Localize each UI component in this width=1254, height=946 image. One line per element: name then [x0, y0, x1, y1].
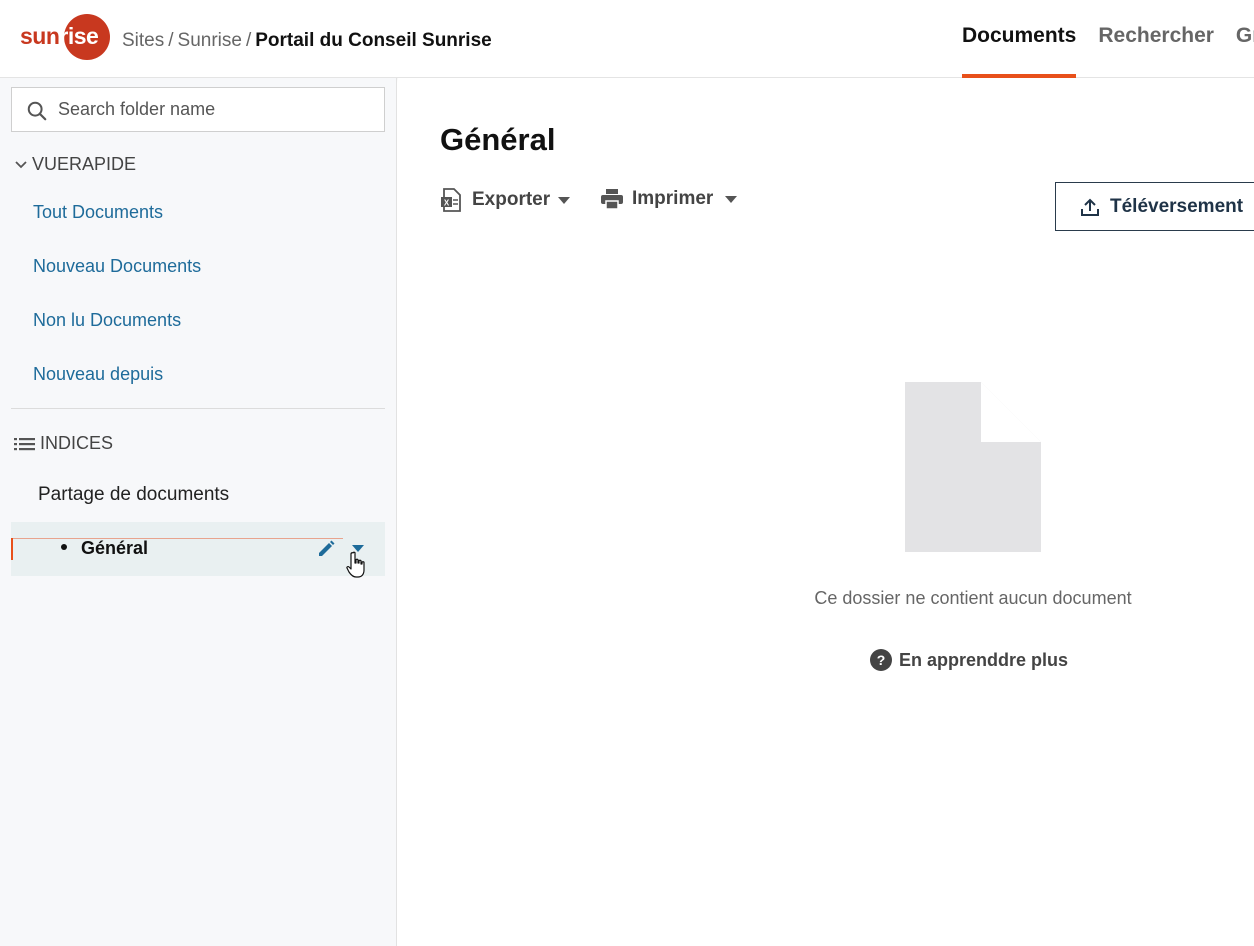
quick-view-heading[interactable]: VUERAPIDE — [14, 154, 136, 175]
folder-item-general[interactable]: Général — [11, 522, 385, 578]
main-nav-tabs: Documents Rechercher Gr — [962, 0, 1254, 78]
hand-cursor-icon — [346, 551, 365, 578]
folder-search-box — [11, 87, 385, 132]
folder-label: Général — [81, 538, 149, 558]
upload-icon — [1081, 198, 1099, 216]
quick-view-heading-label: VUERAPIDE — [32, 154, 137, 174]
logo-text-sun: sun — [20, 23, 60, 49]
print-label: Imprimer — [632, 188, 714, 209]
breadcrumb: Sites / Sunrise / Portail du Conseil Sunrise — [122, 30, 492, 52]
search-icon — [27, 101, 47, 121]
svg-text:X: X — [444, 199, 450, 208]
excel-file-icon: X — [441, 188, 461, 212]
quick-link-unread-documents[interactable]: Non lu Documents — [33, 310, 181, 331]
empty-state-message: Ce dossier ne contient aucun document — [814, 588, 1132, 608]
quick-link-new-since[interactable]: Nouveau depuis — [33, 364, 163, 385]
print-button[interactable]: Imprimer — [600, 188, 738, 210]
logo-text-rise: rise — [59, 23, 99, 49]
tab-documents[interactable]: Documents — [962, 0, 1077, 78]
pencil-icon[interactable] — [316, 539, 336, 559]
empty-document-icon — [905, 382, 1041, 552]
page-title: Général — [440, 122, 556, 157]
list-icon — [14, 437, 35, 450]
breadcrumb-separator: / — [245, 30, 252, 51]
index-item-document-sharing[interactable]: Partage de documents — [38, 484, 229, 506]
upload-button[interactable]: Téléversement — [1055, 182, 1254, 231]
breadcrumb-current: Portail du Conseil Sunrise — [255, 30, 492, 51]
quick-link-all-documents[interactable]: Tout Documents — [33, 202, 163, 223]
tab-rechercher[interactable]: Rechercher — [1098, 0, 1214, 78]
upload-label: Téléversement — [1110, 195, 1244, 217]
quick-link-new-documents[interactable]: Nouveau Documents — [33, 256, 201, 277]
top-header: sunrise Sites / Sunrise / Portail du Conseil… — [0, 0, 1254, 78]
breadcrumb-sunrise[interactable]: Sunrise — [178, 30, 242, 51]
caret-down-icon — [725, 195, 738, 203]
export-button[interactable]: X Exporter — [440, 188, 571, 212]
svg-text:?: ? — [877, 652, 886, 668]
main-content: Général X Exporter Imprimer Téléversemen… — [398, 78, 1254, 946]
learn-more-link[interactable]: ? En apprenddre plus — [870, 649, 1068, 671]
chevron-down-icon — [15, 160, 27, 168]
breadcrumb-separator: / — [168, 30, 174, 51]
sidebar-divider — [11, 408, 385, 409]
logo-text: sunrise — [20, 23, 99, 50]
tab-groups[interactable]: Gr — [1236, 0, 1254, 78]
indices-heading: INDICES — [14, 433, 113, 454]
folder-sidebar: VUERAPIDE Tout Documents Nouveau Documen… — [0, 78, 397, 946]
selected-accent — [11, 538, 13, 560]
caret-down-icon — [558, 196, 571, 204]
help-icon: ? — [870, 649, 892, 671]
folder-search-input[interactable] — [58, 88, 378, 131]
indices-heading-label: INDICES — [40, 433, 114, 453]
sunrise-logo[interactable]: sunrise — [20, 14, 110, 60]
breadcrumb-sites[interactable]: Sites — [122, 30, 164, 51]
drop-target-line — [13, 538, 343, 539]
export-label: Exporter — [472, 189, 551, 210]
printer-icon — [601, 189, 623, 210]
bullet — [61, 544, 67, 550]
learn-more-label: En apprenddre plus — [899, 649, 1069, 670]
